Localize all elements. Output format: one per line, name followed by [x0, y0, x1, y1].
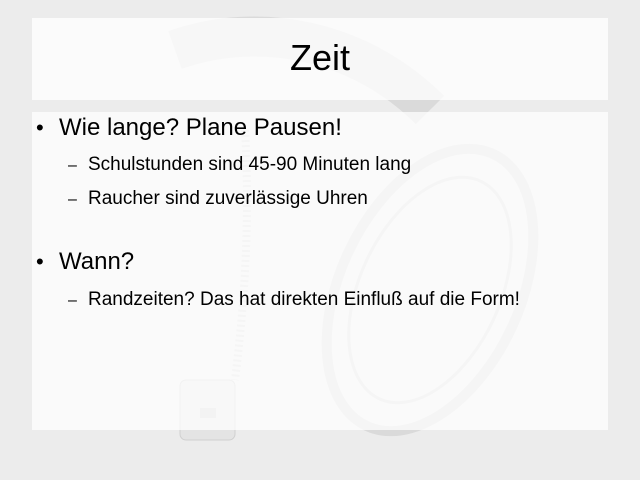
dash-icon: –	[68, 157, 77, 174]
slide-title: Zeit	[289, 37, 350, 78]
sub-bullet-1-2: – Raucher sind zuverlässige Uhren	[68, 187, 368, 212]
bullet-item-2: • Wann?	[36, 248, 134, 276]
bullet-text: Wie lange? Plane Pausen!	[59, 114, 342, 141]
sub-bullet-1-1: – Schulstunden sind 45-90 Minuten lang	[68, 153, 411, 178]
sub-bullet-2-1: – Randzeiten? Das hat direkten Einfluß au…	[68, 288, 520, 313]
dash-icon: –	[68, 292, 77, 309]
bullet-item-1: • Wie lange? Plane Pausen!	[36, 114, 342, 142]
sub-bullet-text: Raucher sind zuverlässige Uhren	[88, 188, 368, 209]
sub-bullet-text: Schulstunden sind 45-90 Minuten lang	[88, 154, 412, 175]
sub-bullet-text: Randzeiten? Das hat direkten Einfluß auf…	[88, 289, 520, 310]
bullet-icon: •	[36, 249, 44, 274]
bullet-text: Wann?	[59, 248, 135, 275]
dash-icon: –	[68, 191, 77, 208]
bullet-icon: •	[36, 115, 44, 140]
